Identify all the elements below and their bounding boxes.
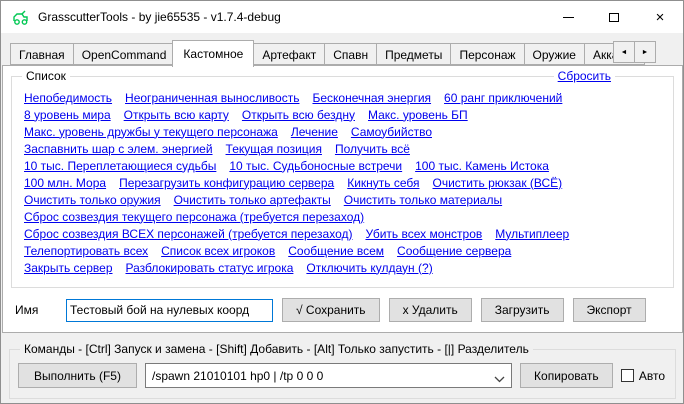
link-row: Закрыть сервер Разблокировать статус игро… bbox=[24, 259, 661, 276]
command-link[interactable]: Телепортировать всех bbox=[24, 244, 148, 258]
command-link[interactable]: 100 млн. Мора bbox=[24, 176, 106, 190]
command-link[interactable]: Сообщение всем bbox=[288, 244, 384, 258]
command-link[interactable]: Получить всё bbox=[335, 142, 410, 156]
command-link[interactable]: Самоубийство bbox=[351, 125, 432, 139]
command-link[interactable]: 8 уровень мира bbox=[24, 108, 111, 122]
link-row: Очистить только оружия Очистить только ар… bbox=[24, 191, 661, 208]
load-button[interactable]: Загрузить bbox=[481, 298, 564, 322]
maximize-button[interactable] bbox=[591, 1, 637, 33]
command-row: Выполнить (F5) /spawn 21010101 hp0 | /tp… bbox=[18, 363, 667, 388]
command-link[interactable]: 100 тыс. Камень Истока bbox=[415, 159, 549, 173]
command-link[interactable]: Отключить кулдаун (?) bbox=[306, 261, 432, 275]
link-row: 8 уровень мира Открыть всю карту Открыть в… bbox=[24, 106, 661, 123]
export-button[interactable]: Экспорт bbox=[573, 298, 646, 322]
auto-checkbox[interactable] bbox=[621, 369, 634, 382]
tab-3[interactable]: Артефакт bbox=[253, 43, 325, 65]
auto-checkbox-label: Авто bbox=[639, 369, 665, 383]
command-link[interactable]: Заспавнить шар с элем. энергией bbox=[24, 142, 213, 156]
command-link[interactable]: Сброс созвездия текущего персонажа (треб… bbox=[24, 210, 364, 224]
command-link[interactable]: Сброс созвездия ВСЕХ персонажей (требует… bbox=[24, 227, 352, 241]
tab-1[interactable]: OpenCommand bbox=[73, 43, 176, 65]
scroll-left-icon: ◄ bbox=[621, 49, 628, 56]
command-link[interactable]: 60 ранг приключений bbox=[444, 91, 562, 105]
command-link[interactable]: Текущая позиция bbox=[226, 142, 322, 156]
chevron-down-icon bbox=[494, 372, 505, 386]
link-row: Макс. уровень дружбы у текущего персонаж… bbox=[24, 123, 661, 140]
tab-page-custom: Список Сбросить Непобедимость Неограничен… bbox=[2, 65, 683, 333]
app-logo-icon bbox=[11, 9, 30, 26]
command-link[interactable]: Макс. уровень БП bbox=[368, 108, 468, 122]
auto-checkbox-group: Авто bbox=[621, 369, 667, 383]
app-window: GrasscutterTools - by jie65535 - v1.7.4-… bbox=[0, 0, 684, 404]
tab-6[interactable]: Персонаж bbox=[450, 43, 524, 65]
command-links-list: Непобедимость Неограниченная выносливость… bbox=[12, 77, 673, 276]
command-link[interactable]: Неограниченная выносливость bbox=[125, 91, 299, 105]
close-icon: × bbox=[656, 10, 665, 25]
command-link[interactable]: Перезагрузить конфигурацию сервера bbox=[119, 176, 334, 190]
title-bar: GrasscutterTools - by jie65535 - v1.7.4-… bbox=[1, 1, 683, 33]
command-link[interactable]: Очистить только артефакты bbox=[174, 193, 331, 207]
copy-button[interactable]: Копировать bbox=[520, 363, 613, 388]
command-combobox[interactable]: /spawn 21010101 hp0 | /tp 0 0 0 bbox=[145, 363, 512, 388]
command-link[interactable]: Бесконечная энергия bbox=[312, 91, 431, 105]
list-group-title: Список bbox=[22, 69, 70, 83]
command-link[interactable]: Мультиплеер bbox=[495, 227, 569, 241]
command-link[interactable]: Открыть всю карту bbox=[124, 108, 229, 122]
window-title: GrasscutterTools - by jie65535 - v1.7.4-… bbox=[38, 10, 281, 24]
save-button[interactable]: √ Сохранить bbox=[282, 298, 380, 322]
command-link[interactable]: Непобедимость bbox=[24, 91, 112, 105]
command-link[interactable]: Список всех игроков bbox=[161, 244, 275, 258]
tab-scrollers: ◄ ► bbox=[614, 41, 656, 63]
command-link[interactable]: Очистить только материалы bbox=[344, 193, 502, 207]
name-input[interactable]: Тестовый бой на нулевых коорд bbox=[66, 299, 273, 322]
tab-5[interactable]: Предметы bbox=[376, 43, 451, 65]
command-link[interactable]: Кикнуть себя bbox=[347, 176, 419, 190]
tab-4[interactable]: Спавн bbox=[324, 43, 377, 65]
command-link[interactable]: 10 тыс. Судьбоносные встречи bbox=[229, 159, 402, 173]
command-link[interactable]: Разблокировать статус игрока bbox=[126, 261, 294, 275]
command-link[interactable]: Очистить только оружия bbox=[24, 193, 161, 207]
reset-link[interactable]: Сбросить bbox=[558, 69, 611, 83]
list-groupbox: Список Сбросить НепобедимостьНеограничен… bbox=[11, 76, 674, 288]
commands-group-title: Команды - [Ctrl] Запуск и замена - [Shif… bbox=[20, 342, 533, 356]
tab-scroll-right-button[interactable]: ► bbox=[634, 41, 656, 63]
command-link[interactable]: 10 тыс. Переплетающиеся судьбы bbox=[24, 159, 216, 173]
command-link[interactable]: Убить всех монстров bbox=[365, 227, 482, 241]
tab-bar: ГлавнаяOpenCommandКастомноеАртефактСпавн… bbox=[2, 39, 682, 66]
command-link[interactable]: Очистить рюкзак (ВСЁ) bbox=[433, 176, 563, 190]
scroll-right-icon: ► bbox=[642, 49, 649, 56]
commands-groupbox: Команды - [Ctrl] Запуск и замена - [Shif… bbox=[9, 349, 676, 399]
close-button[interactable]: × bbox=[637, 1, 683, 33]
link-row: Сброс созвездия текущего персонажа (треб… bbox=[24, 208, 661, 225]
command-text: /spawn 21010101 hp0 | /tp 0 0 0 bbox=[152, 369, 323, 383]
link-row: Сброс созвездия ВСЕХ персонажей (требует… bbox=[24, 225, 661, 242]
run-button[interactable]: Выполнить (F5) bbox=[18, 363, 137, 388]
minimize-icon bbox=[563, 17, 574, 18]
tab-0[interactable]: Главная bbox=[10, 43, 74, 65]
delete-button[interactable]: x Удалить bbox=[389, 298, 472, 322]
link-row: Непобедимость Неограниченная выносливость… bbox=[24, 89, 661, 106]
command-link[interactable]: Закрыть сервер bbox=[24, 261, 113, 275]
command-link[interactable]: Открыть всю бездну bbox=[242, 108, 355, 122]
link-row: 10 тыс. Переплетающиеся судьбы 10 тыс. Су… bbox=[24, 157, 661, 174]
tab-7[interactable]: Оружие bbox=[524, 43, 585, 65]
command-link[interactable]: Макс. уровень дружбы у текущего персонаж… bbox=[24, 125, 278, 139]
command-link[interactable]: Лечение bbox=[291, 125, 338, 139]
minimize-button[interactable] bbox=[545, 1, 591, 33]
link-row: 100 млн. Мора Перезагрузить конфигурацию … bbox=[24, 174, 661, 191]
link-row: Заспавнить шар с элем. энергией Текущая п… bbox=[24, 140, 661, 157]
name-label: Имя bbox=[15, 303, 57, 317]
link-row: Телепортировать всех Список всех игроков С… bbox=[24, 242, 661, 259]
tab-2[interactable]: Кастомное bbox=[172, 40, 254, 67]
name-row: Имя Тестовый бой на нулевых коорд √ Сохр… bbox=[15, 298, 672, 322]
maximize-icon bbox=[609, 13, 619, 22]
tab-scroll-left-button[interactable]: ◄ bbox=[613, 41, 635, 63]
command-link[interactable]: Сообщение сервера bbox=[397, 244, 511, 258]
